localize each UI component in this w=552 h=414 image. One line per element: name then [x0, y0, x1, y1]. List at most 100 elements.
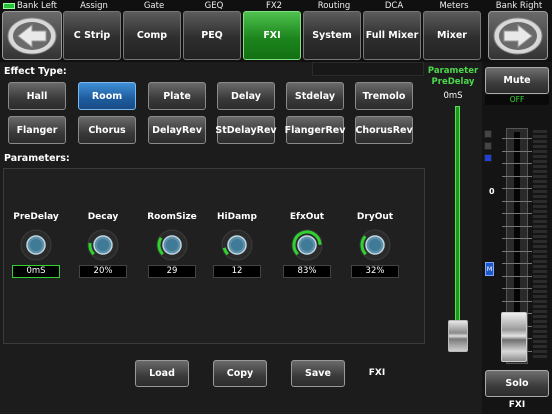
meter-segment: [533, 245, 547, 248]
meter-segment: [533, 280, 547, 283]
meter-segment: [533, 230, 547, 233]
copy-button[interactable]: Copy: [213, 360, 267, 387]
param-hidamp: HiDamp 12: [205, 212, 269, 278]
param-name: PreDelay: [13, 212, 59, 222]
meter-segment: [533, 185, 547, 188]
channel-fader-handle[interactable]: [501, 312, 527, 362]
meter-segment: [533, 210, 547, 213]
meter-segment: [533, 275, 547, 278]
effect-room-button[interactable]: Room: [78, 82, 136, 110]
param-value: 83%: [283, 265, 331, 278]
mute-status-indicator: OFF: [485, 95, 549, 105]
meter-segment: [533, 315, 547, 318]
nav-label-geq: GEQ: [204, 1, 224, 11]
nav-system-button[interactable]: System: [303, 11, 361, 60]
solo-button[interactable]: Solo: [485, 370, 549, 397]
effect-delay-button[interactable]: Delay: [217, 82, 275, 110]
meter-segment: [533, 135, 547, 138]
effect-plate-button[interactable]: Plate: [148, 82, 206, 110]
nav-comp-button[interactable]: Comp: [123, 11, 181, 60]
effect-stdelayrev-button[interactable]: StDelayRev: [215, 116, 277, 144]
nav-label-routing: Routing: [317, 1, 351, 11]
param-efxout: EfxOut 83%: [275, 212, 339, 278]
meter-segment: [533, 195, 547, 198]
nav-peq-button[interactable]: PEQ: [183, 11, 241, 60]
fader-tick: [502, 175, 532, 177]
fader-tick: [502, 300, 532, 302]
meter-segment: [533, 295, 547, 298]
meter-segment: [533, 225, 547, 228]
meter-segment: [533, 155, 547, 158]
knob-icon: [359, 229, 391, 261]
meter-segment: [533, 200, 547, 203]
hidamp-knob[interactable]: [220, 228, 254, 262]
param-roomsize: RoomSize 29: [140, 212, 204, 278]
meter-segment: [533, 150, 547, 153]
parameter-title-line2: PreDelay: [431, 77, 475, 87]
fader-tick: [502, 138, 532, 139]
meter-segment: [533, 190, 547, 193]
meter-segment: [533, 320, 547, 323]
level-meter: [533, 130, 547, 362]
nav-full-mixer-button[interactable]: Full Mixer: [363, 11, 421, 60]
param-value: 0mS: [12, 265, 60, 278]
effect-delayrev-button[interactable]: DelayRev: [148, 116, 206, 144]
param-value: 29: [148, 265, 196, 278]
bank-right-button[interactable]: [488, 11, 548, 60]
parameter-title-line1: Parameter: [427, 66, 479, 76]
effect-flangerrev-button[interactable]: FlangerRev: [285, 116, 345, 144]
meter-segment: [533, 300, 547, 303]
effect-flanger-button[interactable]: Flanger: [8, 116, 66, 144]
fader-tick: [502, 238, 532, 239]
param-name: HiDamp: [217, 212, 257, 222]
meter-segment: [533, 165, 547, 168]
mute-button[interactable]: Mute: [485, 67, 549, 94]
load-button[interactable]: Load: [135, 360, 189, 387]
bank-left-button[interactable]: [2, 11, 62, 60]
param-name: EfxOut: [289, 212, 325, 222]
nav-cstrip-button[interactable]: C Strip: [63, 11, 121, 60]
effect-chorusrev-button[interactable]: ChorusRev: [355, 116, 413, 144]
effect-stdelay-button[interactable]: Stdelay: [286, 82, 344, 110]
nav-label-meters: Meters: [439, 1, 469, 11]
param-dryout: DryOut 32%: [343, 212, 407, 278]
meter-segment: [533, 205, 547, 208]
save-button[interactable]: Save: [291, 360, 345, 387]
parameter-slider-value: 0mS: [443, 91, 463, 101]
roomsize-knob[interactable]: [155, 228, 189, 262]
meter-segment: [533, 355, 547, 358]
fader-tick: [502, 250, 532, 252]
parameter-slider-track[interactable]: [455, 106, 460, 352]
meter-segment: [533, 270, 547, 273]
decay-knob[interactable]: [86, 228, 120, 262]
nav-mixer-button[interactable]: Mixer: [423, 11, 481, 60]
arrow-left-icon: [7, 17, 57, 54]
meter-segment: [533, 160, 547, 163]
effect-chorus-button[interactable]: Chorus: [78, 116, 136, 144]
meter-segment: [533, 175, 547, 178]
bank-left-label: Bank Left: [16, 1, 58, 11]
param-predelay: PreDelay 0mS: [4, 212, 68, 278]
knob-icon: [156, 229, 188, 261]
meter-segment: [533, 285, 547, 288]
effect-hall-button[interactable]: Hall: [8, 82, 66, 110]
dryout-knob[interactable]: [358, 228, 392, 262]
meter-segment: [533, 180, 547, 183]
predelay-knob[interactable]: [19, 228, 53, 262]
efxout-knob[interactable]: [290, 228, 324, 262]
fader-zero-label: 0: [489, 187, 495, 196]
knob-icon: [291, 229, 323, 261]
nav-fxi-button[interactable]: FXI: [243, 11, 301, 60]
param-name: Decay: [87, 212, 119, 222]
knob-icon: [20, 229, 52, 261]
channel-led-column: [484, 130, 492, 280]
fader-tick: [502, 275, 532, 277]
fader-tick: [502, 188, 532, 189]
parameter-slider-handle[interactable]: [448, 320, 468, 352]
meter-segment: [533, 340, 547, 343]
effect-tremolo-button[interactable]: Tremolo: [355, 82, 413, 110]
meter-segment: [533, 260, 547, 263]
fx-name-label: FXI: [368, 368, 386, 378]
preset-name-display: [312, 62, 424, 76]
fader-tick: [502, 213, 532, 214]
